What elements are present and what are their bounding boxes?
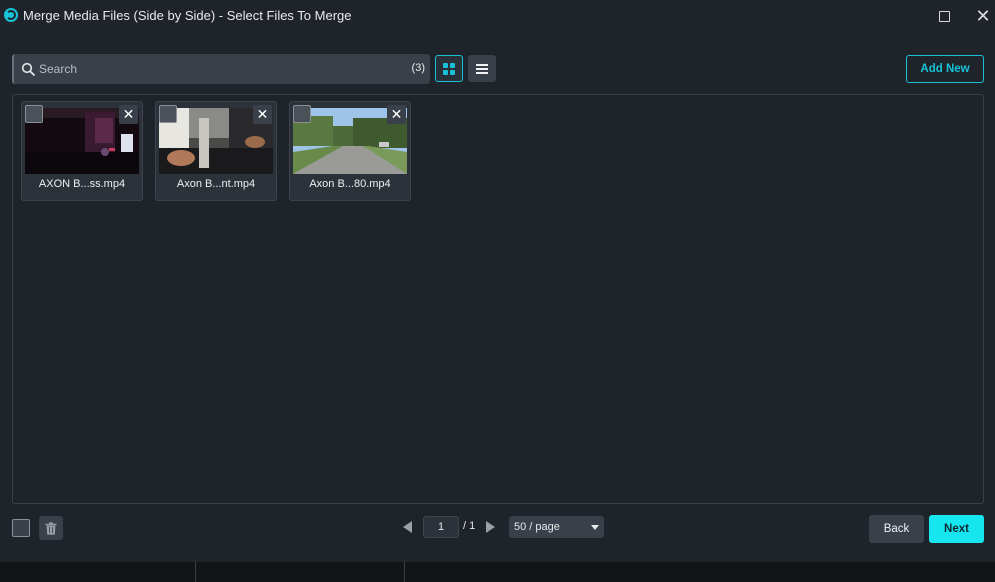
close-icon: ✕ bbox=[975, 6, 991, 26]
remove-media-button[interactable]: ✕ bbox=[119, 105, 138, 124]
media-file-name: Axon B...80.mp4 bbox=[309, 178, 391, 190]
list-view-icon bbox=[476, 63, 488, 74]
maximize-button[interactable] bbox=[934, 6, 954, 26]
close-icon: ✕ bbox=[256, 106, 269, 122]
window-title: Merge Media Files (Side by Side) - Selec… bbox=[23, 8, 352, 23]
list-view-button[interactable] bbox=[468, 55, 496, 82]
page-size-select[interactable]: 50 / page bbox=[509, 516, 604, 538]
remove-media-button[interactable]: ✕ bbox=[253, 105, 272, 124]
back-button[interactable]: Back bbox=[869, 515, 924, 543]
media-select-checkbox[interactable] bbox=[159, 105, 177, 123]
search-icon bbox=[21, 62, 35, 76]
delete-selected-button[interactable] bbox=[39, 516, 63, 540]
trash-icon bbox=[45, 521, 57, 535]
search-box: (3) bbox=[12, 54, 430, 84]
close-icon: ✕ bbox=[122, 106, 135, 122]
title-bar: Merge Media Files (Side by Side) - Selec… bbox=[0, 0, 995, 32]
media-grid-panel: ✕ AXON B...ss.mp4 ✕ Axon B...nt.mp4 ✕ Ax… bbox=[12, 94, 984, 504]
media-card[interactable]: ✕ Axon B...nt.mp4 bbox=[155, 101, 277, 201]
previous-page-button[interactable] bbox=[402, 520, 414, 534]
media-file-name: AXON B...ss.mp4 bbox=[38, 178, 126, 190]
close-button[interactable]: ✕ bbox=[973, 6, 993, 26]
chevron-right-icon bbox=[486, 521, 495, 533]
bottom-strip bbox=[0, 562, 995, 582]
media-file-name: Axon B...nt.mp4 bbox=[176, 178, 256, 190]
strip-divider bbox=[195, 562, 196, 582]
remove-media-button[interactable]: ✕ bbox=[387, 105, 406, 124]
media-card[interactable]: ✕ Axon B...80.mp4 bbox=[289, 101, 411, 201]
select-all-checkbox[interactable] bbox=[12, 519, 30, 537]
media-card[interactable]: ✕ AXON B...ss.mp4 bbox=[21, 101, 143, 201]
next-page-button[interactable] bbox=[484, 520, 496, 534]
caret-down-icon bbox=[591, 525, 599, 530]
maximize-icon bbox=[938, 10, 950, 22]
close-icon: ✕ bbox=[390, 106, 403, 122]
next-button[interactable]: Next bbox=[929, 515, 984, 543]
add-new-button[interactable]: Add New bbox=[906, 55, 984, 83]
app-logo-icon bbox=[4, 8, 18, 22]
page-size-value: 50 / page bbox=[514, 521, 560, 533]
page-number-input[interactable] bbox=[423, 516, 459, 538]
strip-divider bbox=[404, 562, 405, 582]
media-select-checkbox[interactable] bbox=[25, 105, 43, 123]
grid-view-button[interactable] bbox=[435, 55, 463, 82]
search-result-count: (3) bbox=[411, 62, 425, 74]
page-total: / 1 bbox=[463, 520, 476, 532]
media-select-checkbox[interactable] bbox=[293, 105, 311, 123]
grid-view-icon bbox=[443, 62, 455, 75]
search-input[interactable] bbox=[39, 59, 399, 79]
chevron-left-icon bbox=[403, 521, 412, 533]
